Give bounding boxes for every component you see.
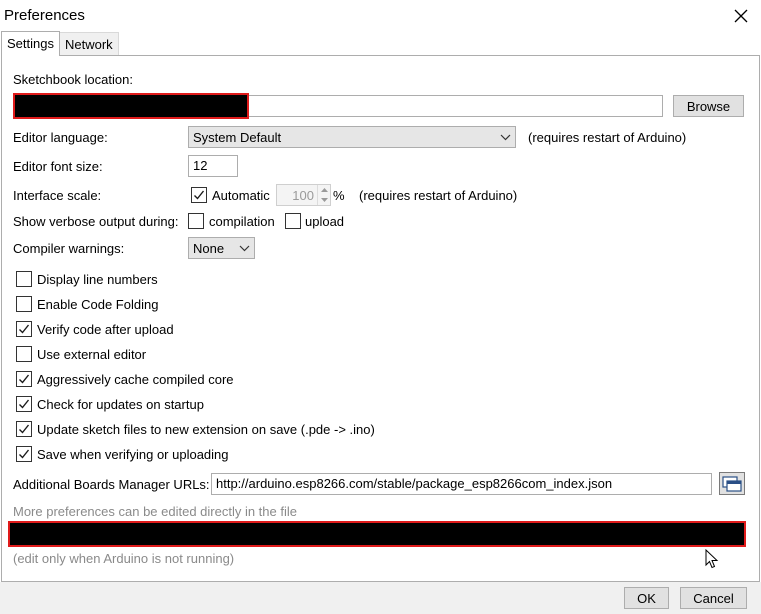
option-label: Save when verifying or uploading bbox=[37, 446, 229, 462]
option-checkbox[interactable] bbox=[16, 346, 32, 362]
boards-manager-label: Additional Boards Manager URLs: bbox=[13, 477, 210, 492]
spinner-down-icon bbox=[320, 198, 328, 202]
option-checkbox[interactable] bbox=[16, 371, 32, 387]
close-icon bbox=[734, 9, 748, 23]
ok-button[interactable]: OK bbox=[624, 587, 669, 609]
option-label: Update sketch files to new extension on … bbox=[37, 421, 375, 437]
verbose-upload-checkbox[interactable] bbox=[285, 213, 301, 229]
title-bar: Preferences bbox=[0, 0, 761, 32]
checkmark-icon bbox=[19, 424, 30, 434]
option-label: Enable Code Folding bbox=[37, 296, 159, 312]
interface-scale-unit: % bbox=[333, 188, 345, 203]
option-row[interactable]: Aggressively cache compiled core bbox=[16, 370, 234, 388]
option-row[interactable]: Use external editor bbox=[16, 345, 146, 363]
close-button[interactable] bbox=[726, 2, 756, 30]
verbose-upload-label: upload bbox=[305, 214, 345, 229]
browse-button[interactable]: Browse bbox=[673, 95, 744, 117]
option-checkbox[interactable] bbox=[16, 271, 32, 287]
cancel-button[interactable]: Cancel bbox=[680, 587, 747, 609]
option-checkbox[interactable] bbox=[16, 446, 32, 462]
tab-settings[interactable]: Settings bbox=[1, 31, 60, 56]
spinner-up-icon bbox=[320, 188, 328, 192]
interface-scale-spinner[interactable]: 100 bbox=[276, 184, 331, 206]
mouse-cursor-icon bbox=[705, 549, 719, 569]
checkmark-icon bbox=[194, 190, 205, 200]
font-size-input[interactable]: 12 bbox=[188, 155, 238, 177]
option-row[interactable]: Check for updates on startup bbox=[16, 395, 204, 413]
option-row[interactable]: Update sketch files to new extension on … bbox=[16, 420, 375, 438]
tab-strip: Settings Network bbox=[0, 31, 761, 56]
option-label: Aggressively cache compiled core bbox=[37, 371, 234, 387]
tab-network[interactable]: Network bbox=[59, 32, 119, 55]
checkmark-icon bbox=[19, 374, 30, 384]
compiler-warnings-value: None bbox=[193, 240, 225, 256]
editor-language-value: System Default bbox=[193, 129, 282, 145]
option-row[interactable]: Display line numbers bbox=[16, 270, 158, 288]
option-row[interactable]: Verify code after upload bbox=[16, 320, 174, 338]
verbose-label: Show verbose output during: bbox=[13, 214, 179, 229]
verbose-compilation-label: compilation bbox=[209, 214, 275, 229]
font-size-label: Editor font size: bbox=[13, 159, 103, 174]
boards-urls-list-button[interactable] bbox=[719, 472, 745, 495]
option-row[interactable]: Enable Code Folding bbox=[16, 295, 158, 313]
sketchbook-label: Sketchbook location: bbox=[13, 72, 133, 87]
editor-language-label: Editor language: bbox=[13, 130, 108, 145]
interface-scale-label: Interface scale: bbox=[13, 188, 102, 203]
chevron-down-icon bbox=[500, 134, 511, 140]
redacted-sketchbook-path bbox=[13, 93, 249, 119]
checkmark-icon bbox=[19, 399, 30, 409]
option-label: Check for updates on startup bbox=[37, 396, 204, 412]
verbose-compilation-checkbox[interactable] bbox=[188, 213, 204, 229]
more-prefs-text: More preferences can be edited directly … bbox=[13, 504, 297, 519]
window-list-icon bbox=[722, 475, 742, 492]
checkmark-icon bbox=[19, 324, 30, 334]
option-label: Use external editor bbox=[37, 346, 147, 362]
window-title: Preferences bbox=[4, 7, 85, 24]
interface-scale-value: 100 bbox=[292, 187, 314, 203]
checkmark-icon bbox=[19, 449, 30, 459]
automatic-scale-checkbox[interactable] bbox=[191, 187, 207, 203]
spinner-arrows[interactable] bbox=[317, 185, 330, 205]
interface-scale-note: (requires restart of Arduino) bbox=[359, 188, 518, 203]
chevron-down-icon bbox=[239, 245, 250, 251]
editor-language-note: (requires restart of Arduino) bbox=[528, 130, 687, 145]
option-row[interactable]: Save when verifying or uploading bbox=[16, 445, 229, 463]
boards-manager-url-input[interactable]: http://arduino.esp8266.com/stable/packag… bbox=[211, 473, 712, 495]
option-checkbox[interactable] bbox=[16, 396, 32, 412]
option-label: Verify code after upload bbox=[37, 321, 174, 337]
editor-language-select[interactable]: System Default bbox=[188, 126, 516, 148]
edit-note: (edit only when Arduino is not running) bbox=[13, 551, 235, 566]
compiler-warnings-label: Compiler warnings: bbox=[13, 241, 125, 256]
compiler-warnings-select[interactable]: None bbox=[188, 237, 255, 259]
automatic-scale-label: Automatic bbox=[212, 188, 270, 203]
option-checkbox[interactable] bbox=[16, 421, 32, 437]
option-label: Display line numbers bbox=[37, 271, 158, 287]
redacted-prefs-path bbox=[8, 521, 746, 547]
option-checkbox[interactable] bbox=[16, 296, 32, 312]
option-checkbox[interactable] bbox=[16, 321, 32, 337]
